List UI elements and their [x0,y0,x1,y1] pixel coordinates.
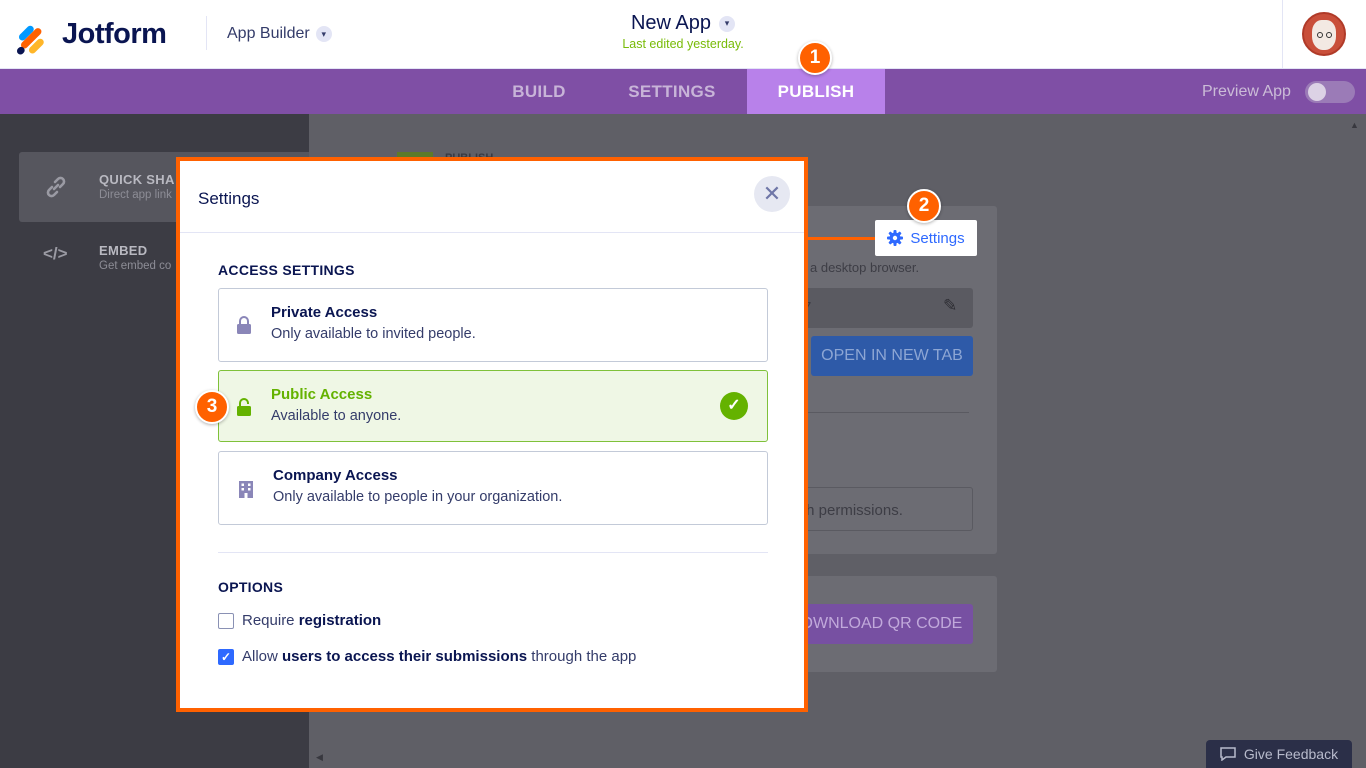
option-title: Public Access [271,386,373,403]
desktop-hint: a desktop browser. [810,260,920,275]
building-icon [239,481,253,498]
tab-publish[interactable]: PUBLISH [747,69,885,114]
preview-app-label: Preview App [1202,83,1291,100]
code-icon: </> [43,244,68,263]
last-edited-status: Last edited yesterday. [622,37,744,51]
preview-app-toggle[interactable] [1305,81,1355,103]
unlock-icon [237,398,251,416]
access-settings-heading: ACCESS SETTINGS [218,262,355,278]
app-title-block: New App ▾ Last edited yesterday. [0,12,1366,51]
download-qr-button[interactable]: DOWNLOAD QR CODE [789,604,973,644]
close-button[interactable]: ✕ [754,176,790,212]
tab-build[interactable]: BUILD [483,69,595,114]
tab-settings[interactable]: SETTINGS [607,69,737,114]
settings-button[interactable]: Settings [875,220,977,256]
scroll-up-arrow[interactable]: ▲ [1350,120,1359,130]
app-header: Jotform App Builder ▾ New App ▾ Last edi… [0,0,1366,69]
public-access-option[interactable]: Public Access Available to anyone. ✓ [218,370,768,442]
company-access-option[interactable]: Company Access Only available to people … [218,451,768,525]
sidebar-item-subtitle: Get embed co [99,260,172,272]
scroll-left-arrow[interactable]: ◀ [316,752,323,763]
settings-modal: Settings ✕ ACCESS SETTINGS Private Acces… [176,157,808,712]
download-qr-label: DOWNLOAD QR CODE [789,615,963,632]
app-name-dropdown[interactable]: New App ▾ [630,12,736,35]
app-name: New App [630,12,712,34]
sidebar-item-title: EMBED [99,243,148,258]
allow-submissions-checkbox[interactable]: ✓ [218,648,234,665]
step-badge-1: 1 [798,41,832,75]
give-feedback-button[interactable]: Give Feedback [1206,740,1352,768]
main-nav: BUILD SETTINGS PUBLISH Preview App [0,69,1366,114]
user-avatar[interactable] [1302,12,1346,56]
allow-submissions-row[interactable]: ✓ Allow users to access their submission… [218,648,636,665]
options-heading: OPTIONS [218,579,284,595]
checkbox-label: Require registration [242,612,382,629]
sidebar-item-subtitle: Direct app link [99,189,172,201]
modal-title: Settings [198,189,260,208]
give-feedback-label: Give Feedback [1243,746,1339,762]
option-description: Only available to people in your organiz… [273,489,563,505]
callout-connector [806,237,876,240]
settings-button-label: Settings [910,229,965,247]
close-icon: ✕ [762,181,782,206]
option-description: Available to anyone. [271,408,402,424]
app-link-field[interactable]: 7 ✎ [789,288,973,328]
step-badge-2: 2 [907,189,941,223]
lock-icon [237,316,251,334]
card-divider [799,412,969,413]
chevron-down-icon: ▾ [719,15,736,32]
option-title: Private Access [271,304,378,321]
checkbox-label: Allow users to access their submissions … [242,648,637,665]
feedback-icon [1220,747,1236,761]
permissions-field: th permissions. [789,487,973,531]
header-divider [1282,0,1283,69]
modal-header: Settings ✕ [180,161,804,233]
permissions-text: th permissions. [802,502,903,519]
option-title: Company Access [273,467,398,484]
modal-divider [218,552,768,553]
gear-icon [887,230,904,246]
open-in-new-tab-button[interactable]: OPEN IN NEW TAB [811,336,973,376]
sidebar-item-title: QUICK SHA [99,172,175,187]
selected-check-icon: ✓ [720,392,748,420]
require-registration-row[interactable]: Require registration [218,612,381,629]
option-description: Only available to invited people. [271,326,476,342]
require-registration-checkbox[interactable] [218,612,234,629]
link-icon [43,174,69,200]
pencil-icon[interactable]: ✎ [943,296,957,316]
step-badge-3: 3 [195,390,229,424]
private-access-option[interactable]: Private Access Only available to invited… [218,288,768,362]
